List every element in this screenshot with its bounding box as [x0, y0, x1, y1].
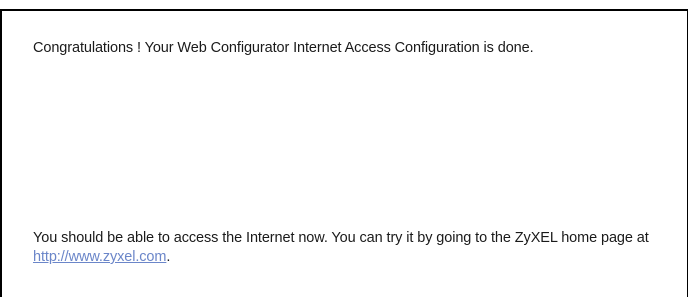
zyxel-home-link[interactable]: http://www.zyxel.com [33, 249, 166, 265]
internet-access-text: You should be able to access the Interne… [33, 230, 649, 246]
sentence-end-period: . [166, 249, 171, 265]
congratulations-message: Congratulations ! Your Web Configurator … [33, 39, 673, 58]
internet-access-message: You should be able to access the Interne… [33, 229, 673, 267]
congratulations-text: Congratulations ! Your Web Configurator … [33, 40, 534, 56]
